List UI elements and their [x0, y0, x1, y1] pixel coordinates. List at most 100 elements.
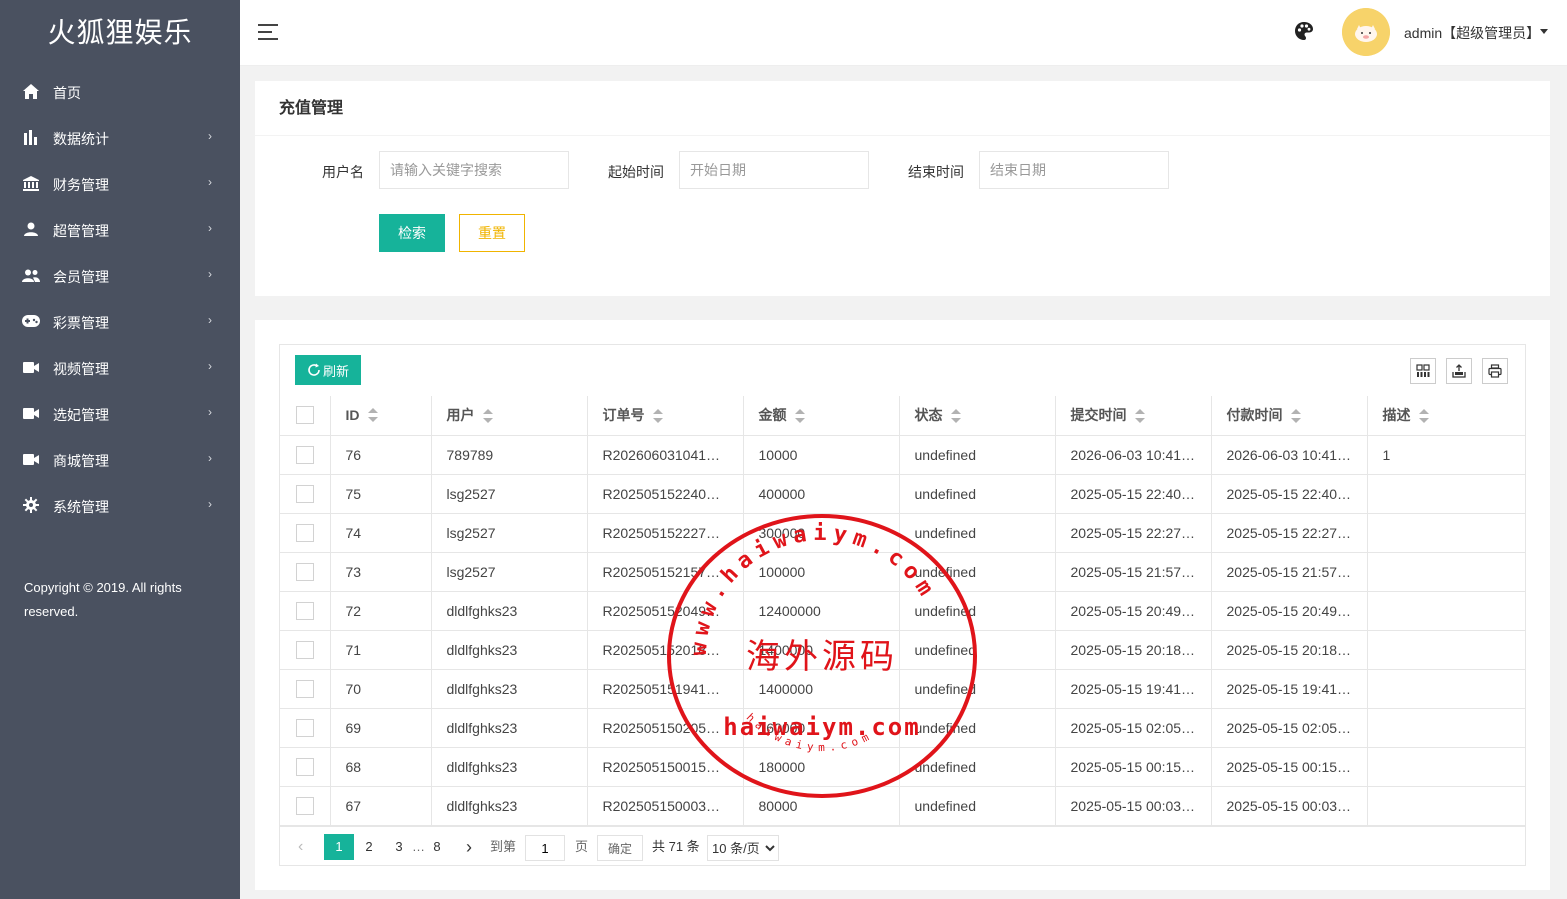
column-header-pay-time[interactable]: 付款时间	[1210, 396, 1368, 436]
cell-pay-time: 2025-05-15 00:03…	[1210, 785, 1368, 826]
row-checkbox[interactable]	[295, 484, 314, 503]
column-header-status[interactable]: 状态	[898, 396, 1056, 436]
sidebar-item-video[interactable]: 视频管理 ›	[0, 344, 240, 390]
export-icon[interactable]	[1446, 358, 1472, 384]
cell-description	[1366, 785, 1525, 826]
column-header-submit-time[interactable]: 提交时间	[1054, 396, 1212, 436]
page-2-button[interactable]: 2	[362, 834, 376, 860]
menu-toggle-icon[interactable]	[258, 24, 278, 40]
row-checkbox[interactable]	[295, 679, 314, 698]
sidebar-item-finance[interactable]: 财务管理 ›	[0, 160, 240, 206]
sidebar-item-statistics[interactable]: 数据统计 ›	[0, 114, 240, 160]
cell-order: R202606031041…	[586, 434, 744, 475]
goto-confirm-button[interactable]: 确定	[597, 835, 643, 861]
pagination: ‹ 1 2 3 … 8 › 到第 页 确定 共 71 条 10 条/页	[280, 826, 1525, 866]
sidebar-item-label: 会员管理	[53, 269, 109, 285]
row-checkbox[interactable]	[295, 757, 314, 776]
page-8-button[interactable]: 8	[430, 834, 444, 860]
prev-page-icon[interactable]: ‹	[298, 834, 303, 860]
table-row[interactable]: 71 dldlfghks23 R202505152018… 1400000 un…	[280, 629, 1525, 670]
cell-description	[1366, 512, 1525, 553]
cell-id: 68	[329, 746, 432, 787]
table-row[interactable]: 68 dldlfghks23 R202505150015… 180000 und…	[280, 746, 1525, 787]
sort-icon[interactable]	[482, 408, 493, 423]
column-header-description[interactable]: 描述	[1366, 396, 1525, 436]
username-search-input[interactable]	[379, 151, 569, 189]
sidebar-item-lottery[interactable]: 彩票管理 ›	[0, 298, 240, 344]
cell-order: R202505152018…	[586, 629, 744, 670]
chevron-right-icon: ›	[208, 175, 212, 189]
table-row[interactable]: 75 lsg2527 R202505152240… 400000 undefin…	[280, 473, 1525, 514]
sort-icon[interactable]	[367, 408, 378, 423]
sidebar-item-admin[interactable]: 超管管理 ›	[0, 206, 240, 252]
per-page-select[interactable]: 10 条/页	[707, 835, 779, 861]
table-row[interactable]: 73 lsg2527 R202505152157… 100000 undefin…	[280, 551, 1525, 592]
sort-icon[interactable]	[794, 408, 805, 423]
column-header-order[interactable]: 订单号	[586, 396, 744, 436]
table-row[interactable]: 70 dldlfghks23 R202505151941… 1400000 un…	[280, 668, 1525, 709]
cell-submit-time: 2025-05-15 02:05…	[1054, 707, 1212, 748]
reset-button[interactable]: 重置	[459, 214, 525, 252]
sort-icon[interactable]	[1290, 408, 1301, 423]
table-row[interactable]: 74 lsg2527 R202505152227… 300000 undefin…	[280, 512, 1525, 553]
sidebar-item-members[interactable]: 会员管理 ›	[0, 252, 240, 298]
table-row[interactable]: 69 dldlfghks23 R202505150205… 160000 und…	[280, 707, 1525, 748]
video-icon	[22, 450, 40, 468]
sidebar: 火狐狸娱乐 首页 数据统计 › 财务管理 › 超管管理 › 会员管理 › 彩票管…	[0, 0, 240, 899]
table-row[interactable]: 72 dldlfghks23 R202505152049… 12400000 u…	[280, 590, 1525, 631]
row-select-cell	[280, 434, 331, 475]
print-icon[interactable]	[1482, 358, 1508, 384]
cell-amount: 400000	[742, 473, 900, 514]
sort-icon[interactable]	[1134, 408, 1145, 423]
sort-icon[interactable]	[950, 408, 961, 423]
row-select-cell	[280, 668, 331, 709]
columns-filter-icon[interactable]	[1410, 358, 1436, 384]
column-header-user[interactable]: 用户	[430, 396, 588, 436]
app-logo[interactable]: 火狐狸娱乐	[0, 0, 240, 66]
bank-icon	[22, 174, 40, 192]
end-date-input[interactable]	[979, 151, 1169, 189]
row-checkbox[interactable]	[295, 718, 314, 737]
recharge-table: ID 用户 订单号 金额 状态 提交时间 付款时间 描述 76 789789 R…	[280, 396, 1525, 826]
cell-order: R202505150015…	[586, 746, 744, 787]
page-3-button[interactable]: 3	[392, 834, 406, 860]
sidebar-item-system[interactable]: 系统管理 ›	[0, 482, 240, 528]
sort-icon[interactable]	[652, 408, 663, 423]
column-header-id[interactable]: ID	[329, 396, 432, 436]
next-page-icon[interactable]: ›	[466, 834, 472, 860]
table-row[interactable]: 76 789789 R202606031041… 10000 undefined…	[280, 434, 1525, 475]
cell-submit-time: 2026-06-03 10:41…	[1054, 434, 1212, 475]
row-checkbox[interactable]	[295, 562, 314, 581]
column-header-amount[interactable]: 金额	[742, 396, 900, 436]
goto-page-input[interactable]	[525, 835, 565, 861]
sidebar-item-home[interactable]: 首页	[0, 68, 240, 114]
chevron-right-icon: ›	[208, 405, 212, 419]
sidebar-item-selection[interactable]: 选妃管理 ›	[0, 390, 240, 436]
cell-user: dldlfghks23	[430, 668, 588, 709]
cell-user: dldlfghks23	[430, 707, 588, 748]
search-button[interactable]: 检索	[379, 214, 445, 252]
refresh-button[interactable]: 刷新	[295, 355, 361, 385]
caret-down-icon[interactable]	[1540, 29, 1548, 34]
cell-order: R202505150205…	[586, 707, 744, 748]
sort-icon[interactable]	[1418, 408, 1429, 423]
avatar[interactable]	[1342, 8, 1390, 56]
cell-description	[1366, 629, 1525, 670]
table-card: 刷新 ID 用户 订单号 金额 状态 提交时间 付款时间 描述 76 78978…	[255, 320, 1550, 890]
row-checkbox[interactable]	[295, 445, 314, 464]
table-row[interactable]: 67 dldlfghks23 R202505150003… 80000 unde…	[280, 785, 1525, 826]
cell-amount: 180000	[742, 746, 900, 787]
select-all-checkbox[interactable]	[295, 406, 314, 425]
cell-description: 1	[1366, 434, 1525, 475]
copyright-text: Copyright © 2019. All rights reserved.	[24, 580, 182, 619]
row-checkbox[interactable]	[295, 640, 314, 659]
row-checkbox[interactable]	[295, 601, 314, 620]
row-checkbox[interactable]	[295, 523, 314, 542]
start-date-input[interactable]	[679, 151, 869, 189]
page-1-button[interactable]: 1	[324, 834, 354, 860]
cell-status: undefined	[898, 785, 1056, 826]
palette-icon[interactable]	[1294, 21, 1316, 43]
sidebar-item-shop[interactable]: 商城管理 ›	[0, 436, 240, 482]
user-menu[interactable]: admin【超级管理员】	[1404, 23, 1540, 43]
row-checkbox[interactable]	[295, 796, 314, 815]
